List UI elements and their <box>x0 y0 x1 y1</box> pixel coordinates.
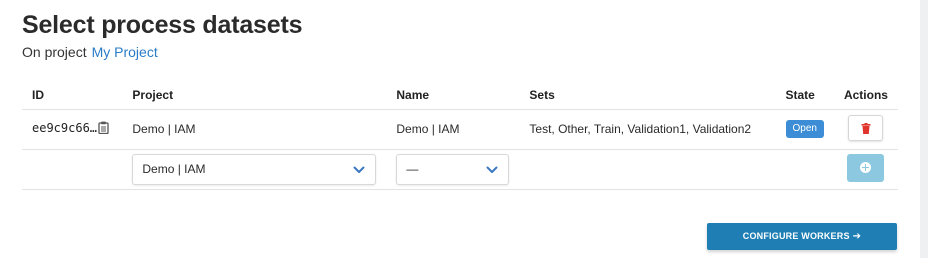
column-header-project: Project <box>122 82 387 110</box>
cell-id-empty <box>22 149 123 190</box>
project-prefix: On project <box>22 44 87 60</box>
cell-add <box>833 149 898 190</box>
name-select-value: — <box>406 161 419 176</box>
name-select[interactable]: — <box>396 153 510 185</box>
column-header-actions: Actions <box>833 82 898 110</box>
table-header-row: ID Project Name Sets State Actions <box>22 82 898 110</box>
arrow-right-icon: ➔ <box>852 231 862 242</box>
delete-button[interactable] <box>848 114 884 141</box>
configure-workers-label: CONFIGURE WORKERS <box>742 231 850 241</box>
chevron-down-icon <box>486 166 498 173</box>
state-badge[interactable]: Open <box>785 120 824 138</box>
table-row: ee9c9c66… Demo | IAM Demo | IAM Test, Ot… <box>22 109 898 150</box>
cell-name: Demo | IAM <box>386 109 520 150</box>
plus-circle-icon <box>860 161 872 173</box>
project-line: On project My Project <box>22 43 898 61</box>
page-content: Select process datasets On project My Pro… <box>22 10 898 190</box>
project-link[interactable]: My Project <box>92 44 158 60</box>
trash-icon <box>861 122 871 134</box>
column-header-id: ID <box>22 82 123 110</box>
cell-project: Demo | IAM <box>122 109 387 150</box>
project-select[interactable]: Demo | IAM <box>132 153 377 185</box>
cell-project-select: Demo | IAM <box>122 149 387 190</box>
add-dataset-button[interactable] <box>847 153 885 182</box>
cell-state-empty <box>775 149 834 190</box>
new-dataset-row: Demo | IAM — <box>22 149 898 190</box>
project-select-value: Demo | IAM <box>142 161 206 176</box>
cell-name-select: — <box>386 149 520 190</box>
cell-sets: Test, Other, Train, Validation1, Validat… <box>519 109 776 150</box>
cell-sets-empty <box>519 149 776 190</box>
dataset-id: ee9c9c66… <box>32 121 98 135</box>
cell-actions <box>833 109 898 150</box>
cell-state: Open <box>775 109 834 150</box>
column-header-sets: Sets <box>519 82 776 110</box>
configure-workers-button[interactable]: CONFIGURE WORKERS ➔ <box>707 223 897 250</box>
column-header-name: Name <box>386 82 520 110</box>
chevron-down-icon <box>353 166 365 173</box>
datasets-table: ID Project Name Sets State Actions ee9c9… <box>22 82 898 190</box>
page-title: Select process datasets <box>22 11 303 39</box>
scrollbar[interactable] <box>920 0 928 258</box>
column-header-state: State <box>775 82 834 110</box>
clipboard-icon[interactable] <box>98 121 109 137</box>
cell-id: ee9c9c66… <box>22 109 123 150</box>
